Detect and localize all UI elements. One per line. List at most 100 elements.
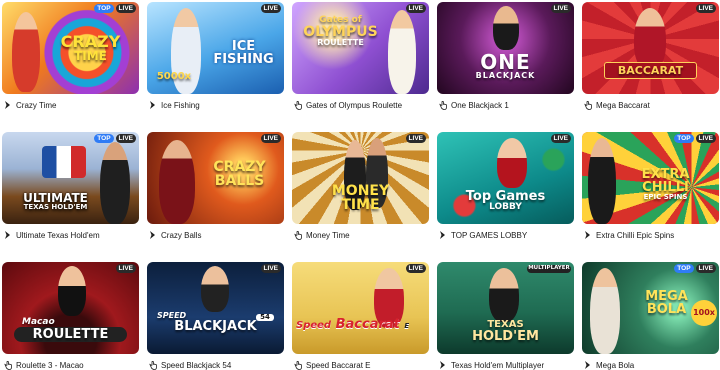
game-logo-text: CRAZY TIME <box>60 32 121 63</box>
multiplier-badge: 100x <box>691 300 717 326</box>
live-badge: LIVE <box>115 134 136 143</box>
game-label-row[interactable]: Gates of Olympus Roulette <box>292 95 429 115</box>
game-label-row[interactable]: TOP GAMES LOBBY <box>437 225 574 245</box>
live-badge: LIVE <box>260 264 281 273</box>
badge-group: LIVE <box>550 4 571 13</box>
live-badge: LIVE <box>260 134 281 143</box>
game-thumbnail[interactable]: ULTIMATE TEXAS HOLD'EM TOP LIVE <box>2 132 139 224</box>
host-figure <box>497 138 527 188</box>
game-card[interactable]: ICE FISHING 5000x LIVE Ice Fishing <box>147 2 284 115</box>
game-thumbnail[interactable]: Top Games LOBBY LIVE <box>437 132 574 224</box>
game-card[interactable]: MULTIPLAYER TEXAS HOLD'EM Texas Hold'em … <box>437 262 574 370</box>
live-badge: LIVE <box>115 4 136 13</box>
game-card[interactable]: CRAZY TIME TOP LIVE Crazy Time <box>2 2 139 115</box>
top-badge: TOP <box>94 134 114 143</box>
table-number-badge: 54 <box>256 314 274 321</box>
game-title: Ultimate Texas Hold'em <box>16 230 100 240</box>
game-title: Extra Chilli Epic Spins <box>596 230 675 240</box>
live-badge: LIVE <box>405 134 426 143</box>
game-label-row[interactable]: One Blackjack 1 <box>437 95 574 115</box>
game-logo-text: EXTRA CHILLI EPIC SPINS <box>641 167 690 201</box>
live-badge: LIVE <box>260 4 281 13</box>
badge-group: LIVE <box>695 4 716 13</box>
live-badge: LIVE <box>405 264 426 273</box>
game-card[interactable]: ULTIMATE TEXAS HOLD'EM TOP LIVE Ultimate… <box>2 132 139 245</box>
chevron-right-icon <box>148 101 157 110</box>
game-card[interactable]: Macao ROULETTE LIVE Roulette 3 - Macao <box>2 262 139 370</box>
game-card[interactable]: ONE BLACKJACK LIVE One Blackjack 1 <box>437 2 574 115</box>
host-figure <box>493 6 519 50</box>
game-card[interactable]: MEGA BOLA 100x TOP LIVE Mega Bola <box>582 262 719 370</box>
host-figure <box>201 266 229 312</box>
game-thumbnail[interactable]: Macao ROULETTE LIVE <box>2 262 139 354</box>
game-card[interactable]: CRAZY BALLS LIVE Crazy Balls <box>147 132 284 245</box>
game-logo-text: MONEY TIME <box>331 183 390 213</box>
game-thumbnail[interactable]: ICE FISHING 5000x LIVE <box>147 2 284 94</box>
chevron-right-icon <box>148 231 157 240</box>
game-thumbnail[interactable]: SPEED BLACKJACK 54 LIVE <box>147 262 284 354</box>
game-title: Mega Baccarat <box>596 100 650 110</box>
game-logo-text: Top Games LOBBY <box>465 189 546 212</box>
flag-graphic <box>42 146 86 178</box>
game-label-row[interactable]: Crazy Time <box>2 95 139 115</box>
live-badge: LIVE <box>695 4 716 13</box>
game-label-row[interactable]: Crazy Balls <box>147 225 284 245</box>
badge-group: LIVE <box>550 134 571 143</box>
game-label-row[interactable]: Speed Blackjack 54 <box>147 355 284 370</box>
game-title: Gates of Olympus Roulette <box>306 100 403 110</box>
game-card[interactable]: BACCARAT LIVE Mega Baccarat <box>582 2 719 115</box>
host-figure <box>12 12 40 92</box>
game-thumbnail[interactable]: BACCARAT LIVE <box>582 2 719 94</box>
badge-group: LIVE <box>115 264 136 273</box>
chevron-right-icon <box>438 361 447 370</box>
game-thumbnail[interactable]: Gates of OLYMPUS ROULETTE LIVE <box>292 2 429 94</box>
chevron-right-icon <box>3 101 12 110</box>
game-label-row[interactable]: Ice Fishing <box>147 95 284 115</box>
hand-pointer-icon <box>3 360 12 370</box>
game-logo-text: Speed Baccarat E <box>296 317 410 332</box>
top-badge: TOP <box>94 4 114 13</box>
live-badge: LIVE <box>115 264 136 273</box>
game-thumbnail[interactable]: EXTRA CHILLI EPIC SPINS TOP LIVE <box>582 132 719 224</box>
game-label-row[interactable]: Ultimate Texas Hold'em <box>2 225 139 245</box>
game-label-row[interactable]: Money Time <box>292 225 429 245</box>
game-label-row[interactable]: Roulette 3 - Macao <box>2 355 139 370</box>
game-thumbnail[interactable]: MONEY TIME LIVE <box>292 132 429 224</box>
game-logo-text: Macao ROULETTE <box>14 318 127 342</box>
game-thumbnail[interactable]: MEGA BOLA 100x TOP LIVE <box>582 262 719 354</box>
game-label-row[interactable]: Extra Chilli Epic Spins <box>582 225 719 245</box>
game-card[interactable]: SPEED BLACKJACK 54 LIVE Speed Blackjack … <box>147 262 284 370</box>
game-card[interactable]: EXTRA CHILLI EPIC SPINS TOP LIVE Extra C… <box>582 132 719 245</box>
top-badge: TOP <box>674 134 694 143</box>
badge-group: LIVE <box>260 4 281 13</box>
game-label-row[interactable]: Mega Bola <box>582 355 719 370</box>
game-label-row[interactable]: Speed Baccarat E <box>292 355 429 370</box>
badge-group: LIVE <box>260 134 281 143</box>
game-thumbnail[interactable]: MULTIPLAYER TEXAS HOLD'EM <box>437 262 574 354</box>
game-title: Roulette 3 - Macao <box>16 360 84 370</box>
host-figure <box>588 138 616 224</box>
game-card[interactable]: Speed Baccarat E LIVE Speed Baccarat E <box>292 262 429 370</box>
chevron-right-icon <box>3 231 12 240</box>
game-logo-text: CRAZY BALLS <box>213 159 266 189</box>
game-title: Speed Blackjack 54 <box>161 360 232 370</box>
game-title: Texas Hold'em Multiplayer <box>451 360 545 370</box>
game-thumbnail[interactable]: CRAZY BALLS LIVE <box>147 132 284 224</box>
host-figure <box>388 10 416 94</box>
host-figure <box>590 268 620 354</box>
game-label-row[interactable]: Mega Baccarat <box>582 95 719 115</box>
game-thumbnail[interactable]: Speed Baccarat E LIVE <box>292 262 429 354</box>
host-figure <box>634 8 666 70</box>
host-figure <box>489 268 519 322</box>
game-card[interactable]: MONEY TIME LIVE Money Time <box>292 132 429 245</box>
game-thumbnail[interactable]: ONE BLACKJACK LIVE <box>437 2 574 94</box>
game-card[interactable]: Top Games LOBBY LIVE TOP GAMES LOBBY <box>437 132 574 245</box>
game-thumbnail[interactable]: CRAZY TIME TOP LIVE <box>2 2 139 94</box>
game-logo-text: ONE BLACKJACK <box>475 50 536 80</box>
hand-pointer-icon <box>293 100 302 110</box>
game-card[interactable]: Gates of OLYMPUS ROULETTE LIVE Gates of … <box>292 2 429 115</box>
badge-group: TOP LIVE <box>674 134 716 143</box>
game-label-row[interactable]: Texas Hold'em Multiplayer <box>437 355 574 370</box>
hand-pointer-icon <box>438 100 447 110</box>
badge-group: LIVE <box>405 264 426 273</box>
